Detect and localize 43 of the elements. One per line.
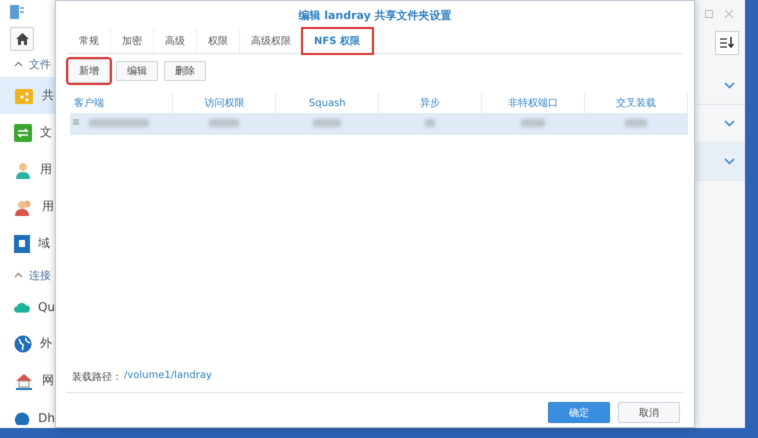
section-header[interactable]: 文件 [29,56,51,72]
sidebar-item[interactable]: Dh [0,399,55,428]
globe-icon [14,334,32,352]
tab[interactable]: NFS 权限 [303,29,372,53]
toolbar-button[interactable]: 删除 [164,61,206,81]
sidebar-item[interactable]: 网 [0,362,55,399]
chevron-down-icon[interactable] [724,82,735,89]
folder-icon [14,86,34,104]
mount-path: /volume1/landray [124,370,212,383]
tab[interactable]: 高级 [154,29,197,53]
cancel-button[interactable]: 取消 [618,402,680,423]
section-header[interactable]: 连接 [29,268,51,282]
sidebar-item[interactable]: 域 [0,225,55,262]
close-icon[interactable] [725,10,733,18]
sidebar-item[interactable]: 文 [0,114,55,151]
sidebar-item[interactable]: 共 [0,77,55,114]
collapse-icon[interactable] [14,61,23,67]
tab[interactable]: 加密 [111,29,154,53]
mount-path-label: 装载路径： [72,370,122,384]
sort-icon [720,37,734,49]
home-button[interactable] [10,27,34,51]
sync-icon [14,124,32,142]
home-icon [16,33,28,45]
toolbar-button[interactable]: 新增 [68,59,110,83]
house-icon [14,372,34,390]
maximize-icon[interactable] [705,10,713,18]
tab[interactable]: 高级权限 [240,29,303,53]
book-icon [14,234,30,252]
dialog-title: 编辑 landray 共享文件夹设置 [297,8,453,24]
sidebar-item[interactable]: 用 [0,188,55,225]
sidebar-item[interactable]: Qu [0,288,55,325]
sort-button[interactable] [715,31,739,55]
drag-handle-icon[interactable] [73,118,79,124]
chevron-down-icon[interactable] [724,158,735,165]
chevron-down-icon[interactable] [724,120,735,127]
sidebar-item[interactable]: 用 [0,151,55,188]
user-icon [14,160,32,178]
toolbar-button[interactable]: 编辑 [116,61,158,81]
tab[interactable]: 常规 [68,29,111,53]
app-logo-icon [10,5,24,19]
sidebar-item[interactable]: 外 [0,325,55,362]
collapse-icon[interactable] [14,272,23,278]
tab[interactable]: 权限 [197,29,240,53]
